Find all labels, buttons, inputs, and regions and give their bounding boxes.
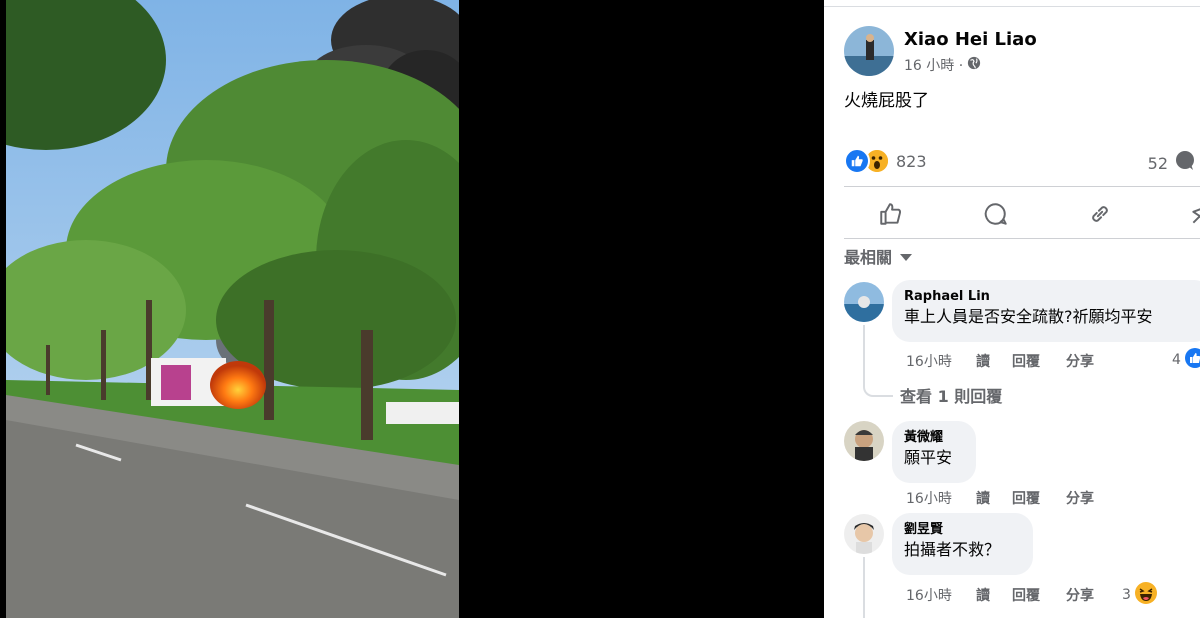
read-button[interactable]: 讀	[976, 488, 1012, 508]
share-button[interactable]: 分享	[1066, 585, 1094, 605]
commenter-avatar[interactable]	[844, 514, 884, 554]
commenter-avatar[interactable]	[844, 282, 884, 322]
comment-reactions[interactable]: 3	[1122, 582, 1157, 608]
caret-down-icon	[900, 247, 913, 266]
reply-thread-line	[863, 325, 865, 385]
comment-time[interactable]: 16小時	[906, 585, 976, 605]
divider	[824, 6, 1200, 7]
reaction-count: 3	[1122, 587, 1131, 603]
like-icon	[1184, 348, 1200, 372]
comment-count-value: 52	[1147, 153, 1168, 173]
copy-link-button[interactable]	[1084, 198, 1116, 230]
comment-time[interactable]: 16小時	[906, 488, 976, 508]
comment-text: 車上人員是否安全疏散?祈願均平安	[904, 307, 1153, 326]
comment-author[interactable]: Raphael Lin	[904, 288, 1200, 306]
reply-thread-line	[863, 383, 893, 397]
divider	[844, 238, 1200, 239]
comment-bubble-icon	[1174, 150, 1196, 176]
commenter-avatar[interactable]	[844, 421, 884, 461]
comment-count[interactable]: 52	[1148, 150, 1196, 176]
comment-actions: 16小時 讀 回覆 分享	[906, 351, 1094, 371]
share-button[interactable]: 分享	[1066, 351, 1094, 371]
reaction-count: 823	[896, 151, 927, 171]
comment-time[interactable]: 16小時	[906, 351, 976, 371]
comment-sort-dropdown[interactable]: 最相關	[844, 244, 913, 268]
post-meta: 16 小時 ·	[904, 55, 981, 75]
reply-button[interactable]: 回覆	[1012, 351, 1066, 371]
like-button[interactable]	[875, 198, 907, 230]
read-button[interactable]: 讀	[976, 585, 1012, 605]
post-author-name[interactable]: Xiao Hei Liao	[904, 29, 1037, 50]
reaction-summary[interactable]: 823	[844, 148, 927, 174]
post-timestamp[interactable]: 16 小時 ·	[904, 55, 963, 75]
reaction-count: 4	[1172, 352, 1181, 368]
author-avatar[interactable]	[844, 26, 894, 76]
share-button[interactable]: 分享	[1066, 488, 1094, 508]
post-photo-viewer	[0, 0, 824, 618]
reply-button[interactable]: 回覆	[1012, 488, 1066, 508]
comment-reactions[interactable]: 4	[1172, 348, 1200, 372]
comment-author[interactable]: 黃微耀	[904, 429, 964, 447]
haha-icon	[1134, 582, 1157, 608]
comment-actions: 16小時 讀 回覆 分享	[906, 488, 1094, 508]
globe-icon	[967, 56, 981, 74]
sort-label: 最相關	[844, 248, 893, 267]
like-icon	[844, 148, 870, 174]
reply-thread-line	[863, 557, 865, 618]
post-detail-panel: Xiao Hei Liao 16 小時 · 火燒屁股了 823 52 最相關 R…	[824, 0, 1200, 618]
post-text: 火燒屁股了	[844, 91, 929, 111]
comment-bubble: 劉昱賢 拍攝者不救？	[892, 513, 1033, 575]
comment-bubble: 黃微耀 願平安	[892, 421, 976, 483]
comment-text: 拍攝者不救？	[904, 540, 1001, 559]
view-replies-link[interactable]: 查看 1 則回覆	[900, 383, 1002, 407]
divider	[844, 186, 1200, 187]
comment-author[interactable]: 劉昱賢	[904, 521, 1021, 539]
comment-button[interactable]	[980, 198, 1012, 230]
comment-actions: 16小時 讀 回覆 分享	[906, 585, 1094, 605]
comment-bubble: Raphael Lin 車上人員是否安全疏散?祈願均平安	[892, 280, 1200, 342]
read-button[interactable]: 讀	[976, 351, 1012, 371]
comment-text: 願平安	[904, 448, 953, 467]
send-icon[interactable]	[1186, 198, 1200, 230]
reply-button[interactable]: 回覆	[1012, 585, 1066, 605]
post-photo[interactable]	[6, 0, 459, 618]
